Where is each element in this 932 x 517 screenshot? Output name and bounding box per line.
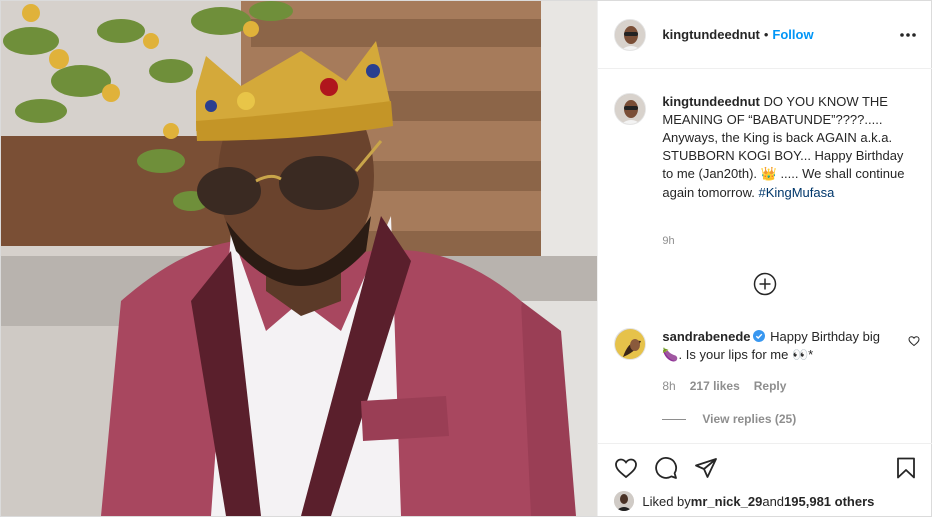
comment-time[interactable]: 8h [662, 379, 675, 393]
comment-item: sandrabenede Happy Birthday big 🍆. Is yo… [614, 328, 920, 365]
liked-by-user[interactable]: mr_nick_29 [691, 494, 763, 509]
commenter-avatar[interactable] [614, 328, 647, 360]
post-header: kingtundeednut • Follow [598, 1, 932, 69]
view-replies-label[interactable]: View replies (25) [702, 412, 796, 426]
comment-meta: 8h 217 likes Reply [662, 379, 786, 393]
comment-body-1: Happy Birthday big [770, 329, 880, 344]
comment-text: sandrabenede Happy Birthday big 🍆. Is yo… [662, 328, 882, 365]
header-separator: • [763, 27, 769, 42]
reply-button[interactable]: Reply [754, 379, 787, 393]
liker-avatar[interactable] [614, 491, 635, 511]
load-more-comments-icon[interactable] [753, 272, 777, 296]
post-actions: Liked by mr_nick_29 and 195,981 others [598, 443, 932, 516]
liked-by-summary: Liked by mr_nick_29 and 195,981 others [614, 491, 874, 511]
author-avatar[interactable] [614, 18, 647, 51]
caption-hashtag[interactable]: #KingMufasa [758, 185, 834, 200]
comment-heart-icon[interactable] [908, 335, 920, 347]
caption-author-avatar[interactable] [614, 93, 647, 125]
view-replies-button[interactable]: View replies (25) [662, 412, 796, 426]
eggplant-emoji: 🍆 [662, 348, 679, 363]
more-options-icon[interactable] [898, 25, 918, 45]
caption-text: kingtundeednut DO YOU KNOW THE MEANING O… [662, 93, 914, 202]
liked-by-prefix: Liked by [642, 493, 691, 509]
post-photo[interactable] [1, 1, 598, 516]
post-photo-illustration [1, 1, 598, 516]
instagram-post: kingtundeednut • Follow kingtundeednut D… [0, 0, 932, 517]
author-username[interactable]: kingtundeednut [662, 27, 760, 42]
comment-bubble-icon[interactable] [654, 456, 678, 480]
post-sidebar: kingtundeednut • Follow kingtundeednut D… [597, 1, 932, 516]
save-bookmark-icon[interactable] [894, 456, 918, 480]
follow-button[interactable]: Follow [772, 27, 813, 42]
share-direct-icon[interactable] [694, 456, 718, 480]
liked-by-others[interactable]: 195,981 others [784, 494, 874, 509]
liked-by-middle: and [762, 493, 785, 509]
crown-emoji: 👑 [760, 167, 777, 182]
verified-badge-icon [752, 330, 765, 342]
like-heart-icon[interactable] [614, 456, 638, 480]
comment-likes[interactable]: 217 likes [690, 379, 740, 393]
caption-time[interactable]: 9h [662, 235, 674, 247]
caption-username[interactable]: kingtundeednut [662, 94, 760, 109]
comment-body-2: . Is your lips for me [678, 347, 792, 362]
post-caption: kingtundeednut DO YOU KNOW THE MEANING O… [614, 93, 920, 202]
commenter-username[interactable]: sandrabenede [662, 329, 750, 344]
comment-body-3: * [808, 347, 814, 362]
eyes-emoji: 👀 [791, 348, 809, 363]
replies-divider [662, 418, 687, 420]
